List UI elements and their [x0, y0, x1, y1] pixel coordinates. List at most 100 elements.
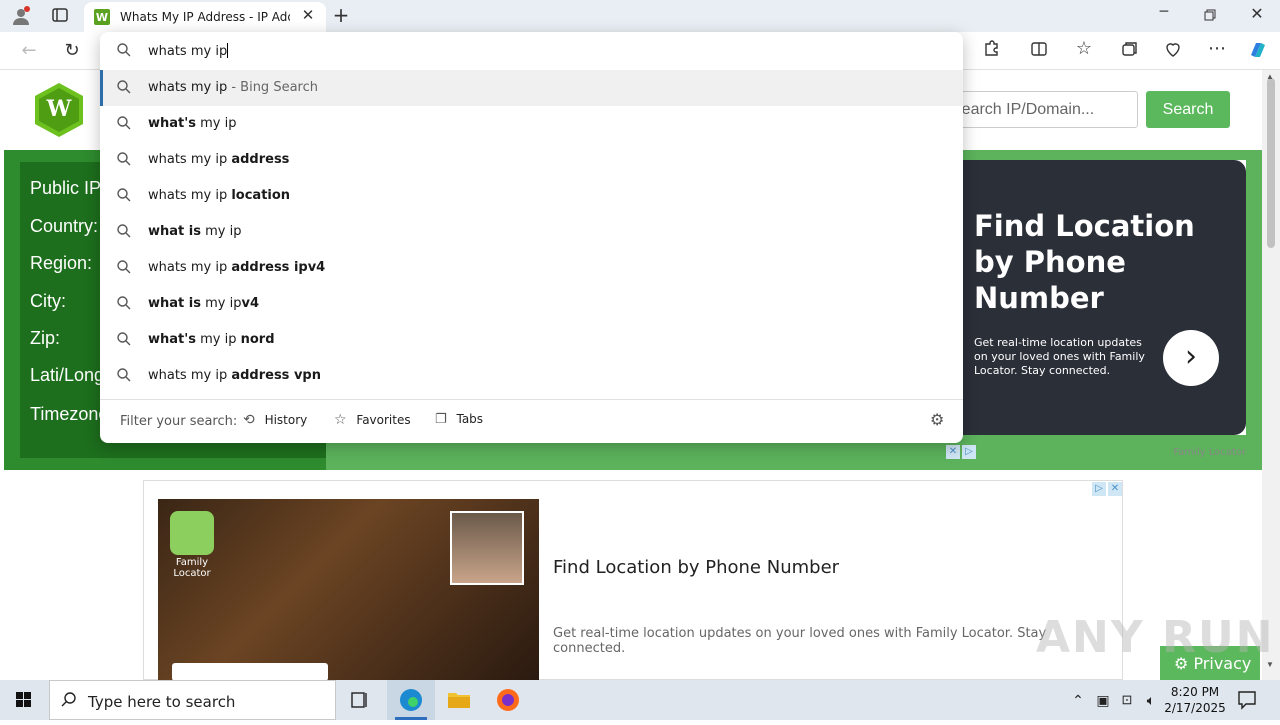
refresh-icon[interactable]: ↻ [61, 40, 83, 62]
scrollbar-thumb[interactable] [1267, 78, 1275, 248]
collections-icon[interactable] [1118, 40, 1140, 62]
more-menu-icon[interactable]: ⋯ [1206, 38, 1228, 60]
suggestion-text-part: what's [148, 332, 196, 347]
address-input[interactable]: whats my ip [148, 43, 229, 59]
taskbar-search[interactable]: Type here to search [49, 680, 336, 720]
banner-ad-image: Family Locator [158, 499, 539, 680]
suggestion-text-part: address ipv4 [231, 260, 326, 275]
filter-history-label: History [264, 413, 308, 427]
suggestion-text-part: my ip [195, 116, 237, 131]
clock-time: 8:20 PM [1170, 685, 1220, 699]
chevron-right-icon[interactable]: › [1163, 330, 1219, 386]
info-label-zip: Zip: [30, 328, 61, 348]
suggestion-text: what is my ipv4 [148, 296, 259, 311]
suggestion-item[interactable]: what's my ip [100, 106, 963, 142]
site-search-input[interactable]: Search IP/Domain... [948, 91, 1138, 128]
device-icon[interactable]: ▣ [1092, 680, 1114, 720]
network-icon[interactable]: ⊡ [1116, 680, 1138, 720]
suggestion-text: what's my ip [148, 116, 236, 131]
info-label-timezone: Timezone [30, 404, 109, 424]
close-window-icon[interactable]: ✕ [1244, 4, 1270, 26]
info-label-lat-long: Lati/Long [30, 365, 105, 385]
profile-icon[interactable] [10, 6, 32, 26]
suggestion-text-part: what is [148, 224, 201, 239]
volume-icon[interactable]: 🔈︎ [1140, 680, 1162, 720]
copilot-icon[interactable] [1246, 39, 1270, 63]
restore-icon[interactable] [1198, 6, 1222, 26]
tab-bar: W Whats My IP Address - IP Address ✕ + ─… [0, 0, 1280, 32]
firefox-icon[interactable] [484, 680, 532, 720]
suggestion-text-part: address vpn [231, 368, 321, 383]
suggestion-item[interactable]: whats my ip address vpn [100, 358, 963, 394]
ad-close-icon[interactable]: ✕ [946, 445, 960, 459]
filter-favorites[interactable]: ☆ Favorites [334, 412, 411, 428]
suggestion-text-part: whats my ip [148, 188, 232, 203]
page-scrollbar[interactable]: ▲ ▼ [1262, 70, 1280, 680]
suggestion-text-part: nord [240, 332, 275, 347]
history-icon: ⟲ [243, 412, 255, 428]
filter-tabs[interactable]: ❐ Tabs [435, 412, 483, 427]
search-icon [116, 259, 134, 277]
browser-essentials-icon[interactable] [1162, 40, 1184, 62]
anyrun-watermark: ANY RUN [1036, 612, 1275, 663]
suggestion-text: whats my ip address ipv4 [148, 260, 325, 275]
address-bar[interactable]: whats my ip [100, 32, 963, 70]
notifications-icon[interactable] [1232, 680, 1262, 720]
new-tab-icon[interactable]: + [330, 4, 352, 26]
site-search-button[interactable]: Search [1146, 91, 1230, 128]
suggestion-text-part: what is [148, 296, 201, 311]
filter-label: Filter your search: [120, 414, 238, 429]
site-logo[interactable]: W [34, 82, 84, 138]
back-icon[interactable]: ← [18, 40, 40, 62]
file-explorer-icon[interactable] [435, 680, 483, 720]
tab-actions-icon[interactable] [50, 6, 70, 26]
tab-close-icon[interactable]: ✕ [298, 6, 318, 26]
windows-start-icon[interactable] [0, 680, 48, 720]
favorites-icon[interactable]: ☆ [1073, 38, 1095, 60]
search-icon [116, 151, 134, 169]
suggestion-item[interactable]: what is my ip [100, 214, 963, 250]
suggestion-item[interactable]: whats my ip address [100, 142, 963, 178]
suggestion-item[interactable]: whats my ip address ipv4 [100, 250, 963, 286]
banner-adchoices-icon[interactable]: ▷ [1092, 482, 1106, 496]
settings-gear-icon[interactable]: ⚙ [930, 410, 944, 429]
system-clock[interactable]: 8:20 PM 2/17/2025 [1164, 684, 1226, 716]
suggestion-text: whats my ip address [148, 152, 289, 167]
info-label-region: Region: [30, 253, 93, 273]
split-screen-icon[interactable] [1028, 40, 1050, 62]
suggestion-text-part: whats my ip [148, 260, 232, 275]
taskbar: Type here to search ⌃ ▣ ⊡ 🔈︎ 8:20 PM 2/1… [0, 680, 1280, 720]
tab-title: Whats My IP Address - IP Address [120, 10, 290, 24]
banner-ad[interactable]: Family Locator Find Location by Phone Nu… [143, 480, 1123, 680]
minimize-icon[interactable]: ─ [1150, 4, 1178, 26]
suggestion-text-part: address [231, 152, 290, 167]
task-view-icon[interactable] [336, 680, 384, 720]
tab-active[interactable]: W Whats My IP Address - IP Address ✕ [84, 2, 326, 32]
suggestion-item[interactable]: whats my ip - Bing Search [100, 70, 963, 106]
banner-ad-title: Find Location by Phone Number [553, 557, 840, 578]
edge-taskbar-icon[interactable] [387, 680, 435, 720]
suggestion-item[interactable]: what is my ipv4 [100, 286, 963, 322]
side-ad-footer: ✕ ▷ Family Locator [946, 445, 1246, 459]
filter-history[interactable]: ⟲ History [243, 412, 307, 428]
suggestion-text: whats my ip - Bing Search [148, 80, 318, 95]
tabs-icon: ❐ [435, 412, 447, 427]
search-icon [116, 79, 134, 97]
filter-favorites-label: Favorites [356, 413, 411, 427]
search-icon [116, 187, 134, 205]
suggestion-text-part: location [231, 188, 291, 203]
search-icon [116, 295, 134, 313]
suggestion-text-part: whats my ip [148, 80, 228, 95]
suggestion-text: what's my ip nord [148, 332, 275, 347]
extensions-icon[interactable] [980, 40, 1002, 62]
banner-close-icon[interactable]: ✕ [1108, 482, 1122, 496]
suggestion-item[interactable]: what's my ip nord [100, 322, 963, 358]
suggestion-item[interactable]: whats my ip location [100, 178, 963, 214]
show-hidden-icons[interactable]: ⌃ [1066, 680, 1090, 720]
search-icon [116, 367, 134, 385]
scroll-up-icon[interactable]: ▲ [1266, 72, 1274, 81]
side-ad-brand: Family Locator [1173, 447, 1246, 458]
star-icon: ☆ [334, 412, 347, 428]
adchoices-icon[interactable]: ▷ [962, 445, 976, 459]
site-favicon-icon: W [94, 9, 110, 25]
